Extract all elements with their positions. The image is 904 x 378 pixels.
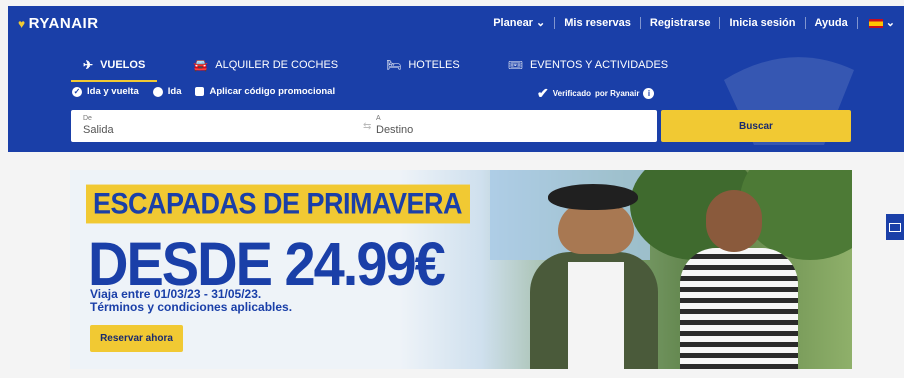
chevron-down-icon: ⌄	[885, 17, 895, 29]
nav-ayuda[interactable]: Ayuda	[806, 17, 858, 29]
person-1-top	[568, 262, 624, 369]
product-tabs: ✈ VUELOS 🚘 ALQUILER DE COCHES 🛏 HOTELES …	[71, 55, 680, 82]
radio-empty-icon	[152, 86, 163, 97]
destination-input[interactable]: Destino	[376, 124, 645, 136]
trip-options: ✓ Ida y vuelta Ida Aplicar código promoc…	[72, 86, 335, 97]
radio-ida-y-vuelta[interactable]: ✓ Ida y vuelta	[72, 86, 139, 97]
harp-logo-icon: ♥	[18, 16, 26, 31]
logo-text: RYANAIR	[28, 15, 99, 32]
radio-ida-label: Ida	[167, 86, 182, 97]
destination-label: A	[376, 115, 381, 122]
car-icon: 🚘	[193, 58, 209, 72]
bed-icon: 🛏	[386, 58, 402, 72]
verified-label-bold: Verificado	[552, 89, 591, 98]
mail-icon	[889, 222, 901, 232]
promo-banner[interactable]: ESCAPADAS DE PRIMAVERA DESDE 24.99€ Viaj…	[70, 170, 852, 369]
nav-mis-reservas[interactable]: Mis reservas	[555, 17, 641, 29]
tab-alquiler-label: ALQUILER DE COCHES	[215, 59, 339, 71]
nav-inicia-sesion[interactable]: Inicia sesión	[720, 17, 806, 29]
header-bar: ♥ RYANAIR Planear ⌄ Mis reservas Registr…	[8, 6, 904, 152]
departure-input[interactable]: Salida	[83, 124, 352, 136]
person-1-hat	[548, 184, 638, 210]
tag-icon	[195, 87, 205, 96]
chevron-down-icon: ⌄	[536, 17, 546, 29]
check-icon: ✓	[72, 86, 82, 97]
ryanair-logo[interactable]: ♥ RYANAIR	[18, 15, 99, 32]
tab-hoteles[interactable]: 🛏 HOTELES	[374, 55, 472, 82]
departure-field[interactable]: De Salida	[71, 110, 364, 142]
plane-icon: ✈	[83, 58, 94, 72]
promo-code-link[interactable]: Aplicar código promocional	[195, 86, 335, 97]
verified-badge: ✔ Verificado por Ryanair i	[537, 85, 655, 102]
nav-mis-reservas-label: Mis reservas	[564, 17, 631, 29]
person-2-head	[706, 190, 762, 252]
tab-eventos[interactable]: 🎟 EVENTOS Y ACTIVIDADES	[496, 55, 680, 82]
top-nav: Planear ⌄ Mis reservas Registrarse Inici…	[484, 17, 904, 29]
tab-alquiler-de-coches[interactable]: 🚘 ALQUILER DE COCHES	[181, 55, 350, 82]
tab-vuelos-label: VUELOS	[100, 59, 146, 71]
nav-inicia-sesion-label: Inicia sesión	[729, 17, 796, 29]
destination-field[interactable]: A Destino	[364, 110, 657, 142]
tab-vuelos[interactable]: ✈ VUELOS	[71, 55, 158, 82]
radio-ida[interactable]: Ida	[152, 86, 182, 97]
nav-registrarse-label: Registrarse	[649, 17, 711, 29]
info-icon[interactable]: i	[643, 88, 655, 99]
nav-planear-label: Planear	[493, 17, 533, 29]
feedback-tab[interactable]	[886, 214, 904, 240]
promo-code-label: Aplicar código promocional	[209, 86, 336, 97]
tab-eventos-label: EVENTOS Y ACTIVIDADES	[529, 59, 669, 71]
nav-planear[interactable]: Planear ⌄	[484, 17, 556, 29]
promo-terms-line: Términos y condiciones aplicables.	[90, 300, 293, 314]
promo-dates: Viaja entre 01/03/23 - 31/05/23. Término…	[90, 288, 292, 314]
tab-hoteles-label: HOTELES	[408, 59, 460, 71]
spain-flag-icon	[868, 18, 883, 28]
language-selector[interactable]: ⌄	[858, 17, 904, 29]
ticket-icon: 🎟	[507, 58, 523, 72]
reservar-ahora-button[interactable]: Reservar ahora	[90, 325, 183, 352]
departure-label: De	[83, 115, 92, 122]
person-2-body	[680, 248, 798, 369]
promo-headline: ESCAPADAS DE PRIMAVERA	[86, 184, 471, 224]
promo-headline-wrap: ESCAPADAS DE PRIMAVERA	[86, 184, 471, 224]
search-form: De Salida ⇆ A Destino	[71, 110, 657, 142]
search-button[interactable]: Buscar	[661, 110, 851, 142]
nav-ayuda-label: Ayuda	[814, 17, 848, 29]
verified-check-icon: ✔	[537, 85, 549, 101]
nav-registrarse[interactable]: Registrarse	[641, 17, 721, 29]
radio-ida-y-vuelta-label: Ida y vuelta	[87, 86, 139, 97]
verified-label-rest: por Ryanair	[594, 89, 640, 98]
